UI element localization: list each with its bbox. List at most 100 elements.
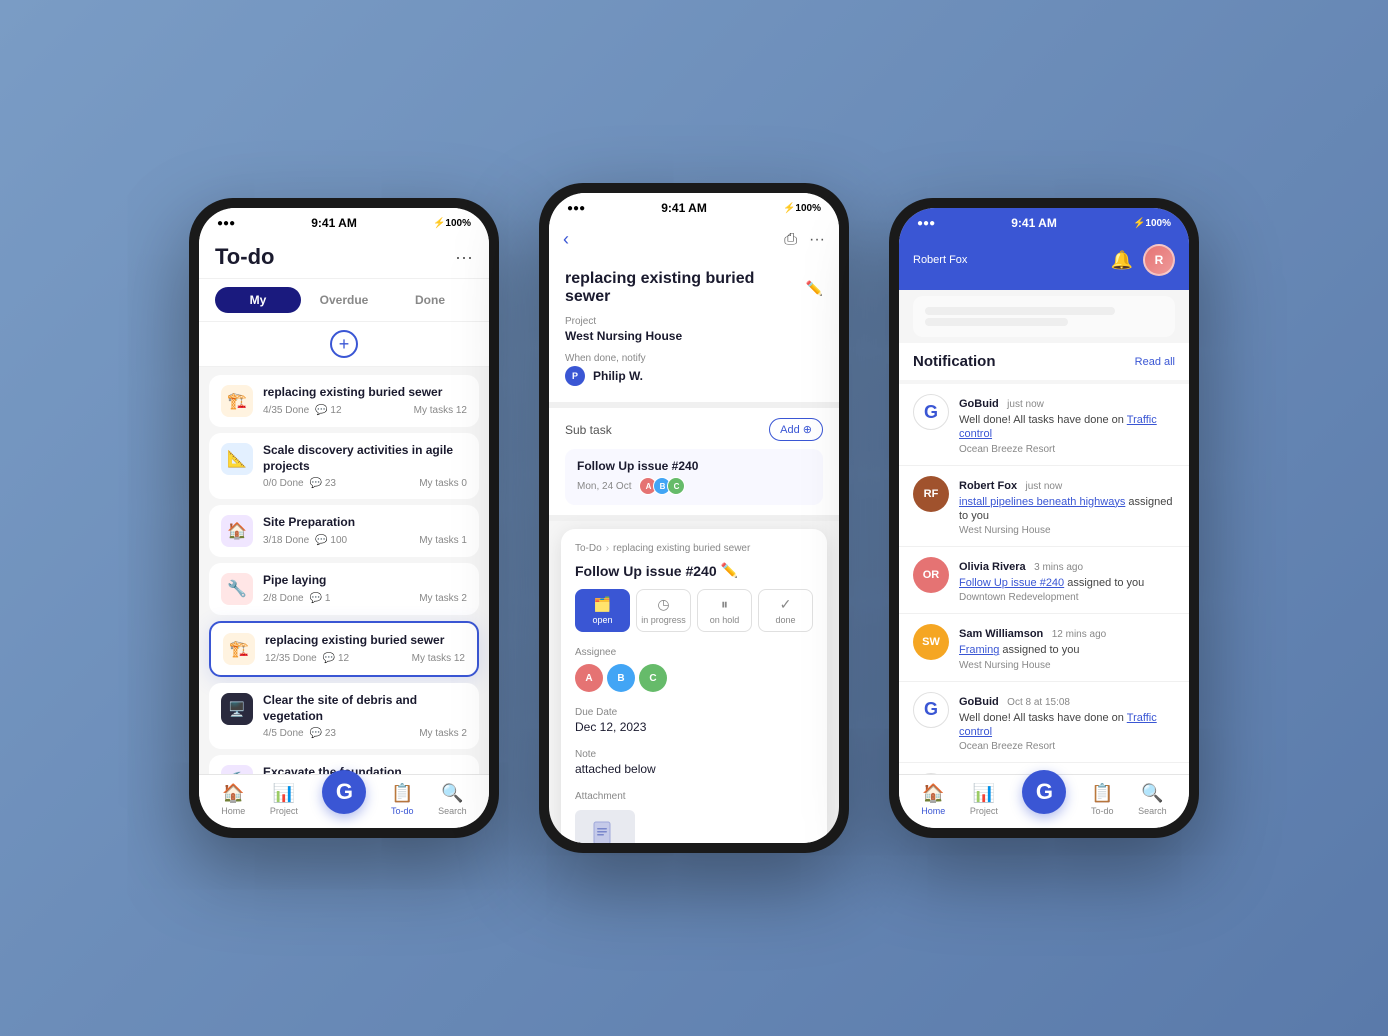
status-on-hold[interactable]: ⏸ on hold [697,589,752,632]
my-tasks-pipe: My tasks 2 [419,593,467,604]
subtask-item[interactable]: Follow Up issue #240 Mon, 24 Oct A B C [565,449,823,505]
todo-item-sewer[interactable]: 🏗️ replacing existing buried sewer 4/35 … [209,375,479,427]
subtask-item-title: Follow Up issue #240 [577,459,811,473]
top-snippet [899,290,1189,343]
back-button[interactable]: ‹ [563,229,569,250]
edit-icon-main[interactable]: ✏️ [806,280,823,297]
breadcrumb-start: To-Do [575,543,602,554]
notif-item-1[interactable]: RF Robert Fox just now install pipelines… [899,466,1189,548]
notif-time-1: just now [1026,481,1063,492]
notif-item-4[interactable]: G GoBuid Oct 8 at 15:08 Well done! All t… [899,682,1189,764]
todo-content-highlighted: replacing existing buried sewer 12/35 Do… [265,633,465,664]
task-project-field: Project West Nursing House [565,316,823,343]
nav-todo-3[interactable]: 📋 To-do [1091,783,1114,816]
nav-fab-3[interactable]: G [1022,770,1066,814]
bell-icon[interactable]: 🔔 [1111,250,1133,271]
signal-icon-2: ●●● [567,203,585,214]
notif-content-0: GoBuid just now Well done! All tasks hav… [959,394,1175,455]
assignee-row: A B C [575,664,813,692]
subtask-avatars: A B C [639,477,685,495]
user-avatar[interactable]: R [1143,244,1175,276]
menu-icon-1[interactable]: ··· [455,247,473,268]
project-value: West Nursing House [565,329,823,343]
todo-meta-left-sewer: 4/35 Done 💬 12 [263,405,342,416]
status-open[interactable]: 🗂️ open [575,589,630,632]
notif-time-4: Oct 8 at 15:08 [1007,697,1070,708]
todo-title-site: Site Preparation [263,515,467,531]
tab-my[interactable]: My [215,287,301,313]
status-in-progress[interactable]: ◷ in progress [636,589,691,632]
done-count-site: 3/18 Done [263,535,309,546]
attachment-thumbnail[interactable] [575,810,635,843]
attachment-icon [590,820,620,843]
tab-overdue[interactable]: Overdue [301,287,387,313]
todo-item-site[interactable]: 🏠 Site Preparation 3/18 Done 💬 100 My ta… [209,505,479,557]
todo-list: 🏗️ replacing existing buried sewer 4/35 … [199,367,489,774]
comment-count-pipe: 💬 1 [310,593,331,604]
notification-list: G GoBuid just now Well done! All tasks h… [899,380,1189,774]
share-icon[interactable]: ⎙ [784,231,797,249]
notif-item-0[interactable]: G GoBuid just now Well done! All tasks h… [899,384,1189,466]
phone-task-detail: ●●● 9:41 AM ⚡100% ‹ ⎙ ··· replacing exis… [539,183,849,853]
todo-content-site: Site Preparation 3/18 Done 💬 100 My task… [263,515,467,546]
notif-link-3[interactable]: Framing [959,644,999,656]
notif-item-2[interactable]: OR Olivia Rivera 3 mins ago Follow Up is… [899,547,1189,614]
todo-item-clear[interactable]: 🖥️ Clear the site of debris and vegetati… [209,683,479,749]
status-bar-1: ●●● 9:41 AM ⚡100% [199,208,489,234]
task-detail-nav: ‹ ⎙ ··· [549,219,839,258]
todo-icon-highlighted: 🏗️ [223,633,255,665]
nav-fab-1[interactable]: G [322,770,366,814]
edit-icon-followup[interactable]: ✏️ [721,562,738,579]
status-done[interactable]: ✓ done [758,589,813,632]
todo-icon-site: 🏠 [221,515,253,547]
notify-avatar: P [565,366,585,386]
notif-time-0: just now [1007,399,1044,410]
battery-icon-1: ⚡100% [433,218,471,229]
notif-text-3: Framing assigned to you [959,643,1175,657]
notif-link-1[interactable]: install pipelines beneath highways [959,496,1125,508]
notif-text-1: install pipelines beneath highways assig… [959,495,1175,524]
notif-content-1: Robert Fox just now install pipelines be… [959,476,1175,537]
nav-project-3[interactable]: 📊 Project [970,783,998,816]
project-icon-3: 📊 [973,783,995,804]
task-header-icons: ⎙ ··· [784,231,825,249]
add-task-button[interactable]: + [330,330,358,358]
nav-project-1[interactable]: 📊 Project [270,783,298,816]
project-label: Project [565,316,823,327]
tab-done[interactable]: Done [387,287,473,313]
search-icon-1: 🔍 [441,783,463,804]
todo-content-sewer: replacing existing buried sewer 4/35 Don… [263,385,467,416]
followup-title: Follow Up issue #240 ✏️ [575,562,813,579]
status-bar-2: ●●● 9:41 AM ⚡100% [549,193,839,219]
hold-icon: ⏸ [721,596,728,613]
add-subtask-button[interactable]: Add ⊕ [769,418,823,441]
gobuid-logo-4: G [913,692,949,728]
nav-home-3[interactable]: 🏠 Home [921,783,945,816]
snippet-line-2 [925,318,1068,326]
todo-meta-scale: 0/0 Done 💬 23 My tasks 0 [263,478,467,489]
todo-item-pipe[interactable]: 🔧 Pipe laying 2/8 Done 💬 1 My tasks 2 [209,563,479,615]
nav-todo-1[interactable]: 📋 To-do [391,783,414,816]
notify-label: When done, notify [565,353,823,364]
note-value: attached below [575,762,813,776]
todo-icon-nav-3: 📋 [1091,783,1113,804]
phone-notifications: ●●● 9:41 AM ⚡100% Robert Fox 🔔 R Notific… [889,198,1199,838]
nav-home-1[interactable]: 🏠 Home [221,783,245,816]
todo-header: To-do ··· [199,234,489,279]
notif-item-3[interactable]: SW Sam Williamson 12 mins ago Framing as… [899,614,1189,681]
todo-item-scale[interactable]: 📐 Scale discovery activities in agile pr… [209,433,479,499]
attachment-label: Attachment [575,791,626,802]
todo-icon-clear: 🖥️ [221,693,253,725]
page-title-1: To-do [215,244,274,270]
todo-icon-nav-1: 📋 [391,783,413,804]
notif-link-2[interactable]: Follow Up issue #240 [959,577,1064,589]
nav-search-3[interactable]: 🔍 Search [1138,783,1167,816]
bottom-nav-1: 🏠 Home 📊 Project G 📋 To-do 🔍 Search [199,774,489,828]
more-icon[interactable]: ··· [809,231,825,249]
nav-search-1[interactable]: 🔍 Search [438,783,467,816]
read-all-button[interactable]: Read all [1135,356,1175,368]
done-icon: ✓ [780,596,792,613]
todo-item-highlighted[interactable]: 🏗️ replacing existing buried sewer 12/35… [209,621,479,677]
todo-content-excavate: Excavate the foundation 1/3 Done 💬 23 My… [263,765,467,774]
project-icon-1: 📊 [273,783,295,804]
